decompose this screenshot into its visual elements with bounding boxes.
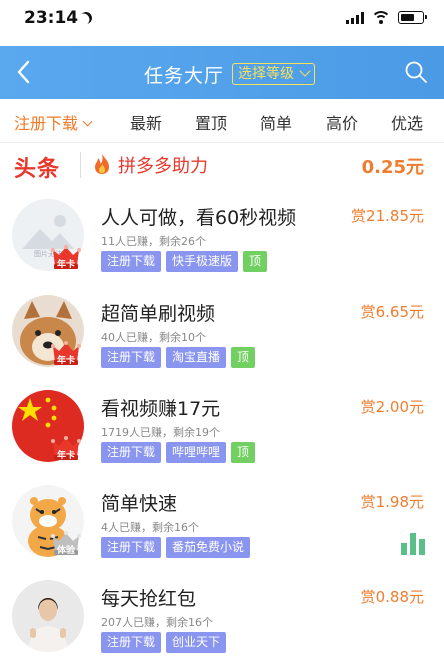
tag-list: 注册下载 哔哩哔哩 顶 bbox=[101, 442, 256, 463]
task-title: 看视频赚17元 bbox=[101, 398, 221, 420]
nav-bar: 任务大厅 选择等级 bbox=[0, 46, 444, 99]
tag-list: 注册下载 淘宝直播 顶 bbox=[101, 347, 256, 368]
divider bbox=[80, 152, 81, 178]
task-title: 人人可做，看60秒视频 bbox=[101, 207, 297, 229]
top-tag: 顶 bbox=[231, 347, 256, 368]
tag: 哔哩哔哩 bbox=[166, 442, 227, 463]
filter-tabs: 注册下载 最新 置顶 简单 高价 优选 bbox=[0, 99, 444, 143]
status-time: 23:14 bbox=[24, 8, 92, 28]
remaining-count: 剩余16个 bbox=[152, 521, 199, 534]
trial-badge: 体验 bbox=[50, 531, 82, 557]
tab-high-price[interactable]: 高价 bbox=[326, 110, 358, 134]
signal-icon bbox=[346, 11, 364, 24]
tag: 创业天下 bbox=[166, 632, 227, 653]
task-item[interactable]: 年卡 超简单刷视频 40人已赚，剩余10个 赏6.65元 注册下载 淘宝直播 顶 bbox=[0, 295, 444, 391]
chevron-down-icon bbox=[299, 65, 311, 77]
earned-count: 1719人已赚 bbox=[101, 426, 162, 439]
tag: 注册下载 bbox=[101, 251, 162, 272]
tag-list: 注册下载 快手极速版 顶 bbox=[101, 251, 268, 272]
member-badge: 年卡 bbox=[50, 245, 82, 271]
tag: 番茄免费小说 bbox=[166, 537, 251, 558]
tab-preferred[interactable]: 优选 bbox=[391, 110, 423, 134]
headline-amount: 0.25元 bbox=[361, 157, 424, 178]
chart-icon[interactable] bbox=[400, 531, 426, 555]
remaining-count: 剩余26个 bbox=[159, 235, 206, 248]
fire-icon bbox=[95, 154, 109, 174]
battery-icon bbox=[398, 11, 427, 24]
task-reward: 赏2.00元 bbox=[360, 398, 424, 416]
tab-label: 注册下载 bbox=[14, 114, 79, 133]
wifi-icon bbox=[372, 11, 390, 24]
task-title: 简单快速 bbox=[101, 493, 178, 515]
badge-label: 体验 bbox=[56, 546, 75, 556]
task-reward: 赏0.88元 bbox=[360, 588, 424, 606]
remaining-count: 剩余10个 bbox=[159, 331, 206, 344]
time-text: 23:14 bbox=[24, 8, 79, 28]
tag-list: 注册下载 番茄免费小说 bbox=[101, 537, 251, 558]
badge-label: 年卡 bbox=[56, 451, 75, 461]
task-item[interactable]: 体验 简单快速 4人已赚，剩余16个 赏1.98元 注册下载 番茄免费小说 bbox=[0, 485, 444, 581]
status-bar: 23:14 bbox=[0, 0, 444, 46]
tab-latest[interactable]: 最新 bbox=[130, 110, 162, 134]
remaining-count: 剩余16个 bbox=[166, 616, 213, 629]
badge-label: 年卡 bbox=[56, 260, 75, 270]
chevron-down-icon bbox=[82, 116, 93, 127]
member-badge: 年卡 bbox=[50, 436, 82, 462]
headline-banner[interactable]: 头条 拼多多助力 0.25元 bbox=[0, 143, 444, 185]
earned-count: 11人已赚 bbox=[101, 235, 148, 248]
tag: 快手极速版 bbox=[166, 251, 239, 272]
task-meta: 11人已赚，剩余26个 bbox=[101, 235, 206, 248]
search-icon[interactable] bbox=[404, 60, 428, 84]
tab-pinned[interactable]: 置顶 bbox=[195, 110, 227, 134]
task-reward: 赏6.65元 bbox=[360, 303, 424, 321]
page-title: 任务大厅 bbox=[144, 65, 225, 87]
task-meta: 40人已赚，剩余10个 bbox=[101, 331, 206, 344]
task-reward: 赏21.85元 bbox=[351, 207, 424, 225]
task-item[interactable]: 图片无法 年卡 人人可做，看60秒视频 11人已赚，剩余26个 赏21.85元 … bbox=[0, 199, 444, 295]
earned-count: 4人已赚 bbox=[101, 521, 141, 534]
select-level-button[interactable]: 选择等级 bbox=[232, 63, 315, 85]
task-item[interactable]: 年卡 看视频赚17元 1719人已赚，剩余19个 赏2.00元 注册下载 哔哩哔… bbox=[0, 390, 444, 486]
tag: 淘宝直播 bbox=[166, 347, 227, 368]
member-badge: 年卡 bbox=[50, 341, 82, 367]
task-reward: 赏1.98元 bbox=[360, 493, 424, 511]
woman-avatar bbox=[12, 580, 84, 652]
back-icon[interactable] bbox=[12, 58, 38, 86]
tab-register-download[interactable]: 注册下载 bbox=[14, 110, 93, 134]
tag: 注册下载 bbox=[101, 632, 162, 653]
tag-list: 注册下载 创业天下 bbox=[101, 632, 227, 653]
top-tag: 顶 bbox=[231, 442, 256, 463]
headline-text: 拼多多助力 bbox=[118, 156, 208, 177]
task-meta: 4人已赚，剩余16个 bbox=[101, 521, 199, 534]
remaining-count: 剩余19个 bbox=[173, 426, 220, 439]
task-title: 每天抢红包 bbox=[101, 588, 197, 610]
tag: 注册下载 bbox=[101, 347, 162, 368]
task-meta: 1719人已赚，剩余19个 bbox=[101, 426, 220, 439]
select-level-label: 选择等级 bbox=[238, 66, 294, 82]
earned-count: 40人已赚 bbox=[101, 331, 148, 344]
badge-label: 年卡 bbox=[56, 356, 75, 366]
task-item[interactable]: 每天抢红包 207人已赚，剩余16个 赏0.88元 注册下载 创业天下 bbox=[0, 580, 444, 656]
tag: 注册下载 bbox=[101, 537, 162, 558]
headline-badge: 头条 bbox=[14, 157, 61, 182]
earned-count: 207人已赚 bbox=[101, 616, 155, 629]
task-meta: 207人已赚，剩余16个 bbox=[101, 616, 213, 629]
task-title: 超简单刷视频 bbox=[101, 303, 216, 325]
status-icons bbox=[346, 11, 427, 24]
moon-icon bbox=[78, 10, 94, 26]
top-tag: 顶 bbox=[243, 251, 268, 272]
tab-simple[interactable]: 简单 bbox=[260, 110, 292, 134]
tag: 注册下载 bbox=[101, 442, 162, 463]
